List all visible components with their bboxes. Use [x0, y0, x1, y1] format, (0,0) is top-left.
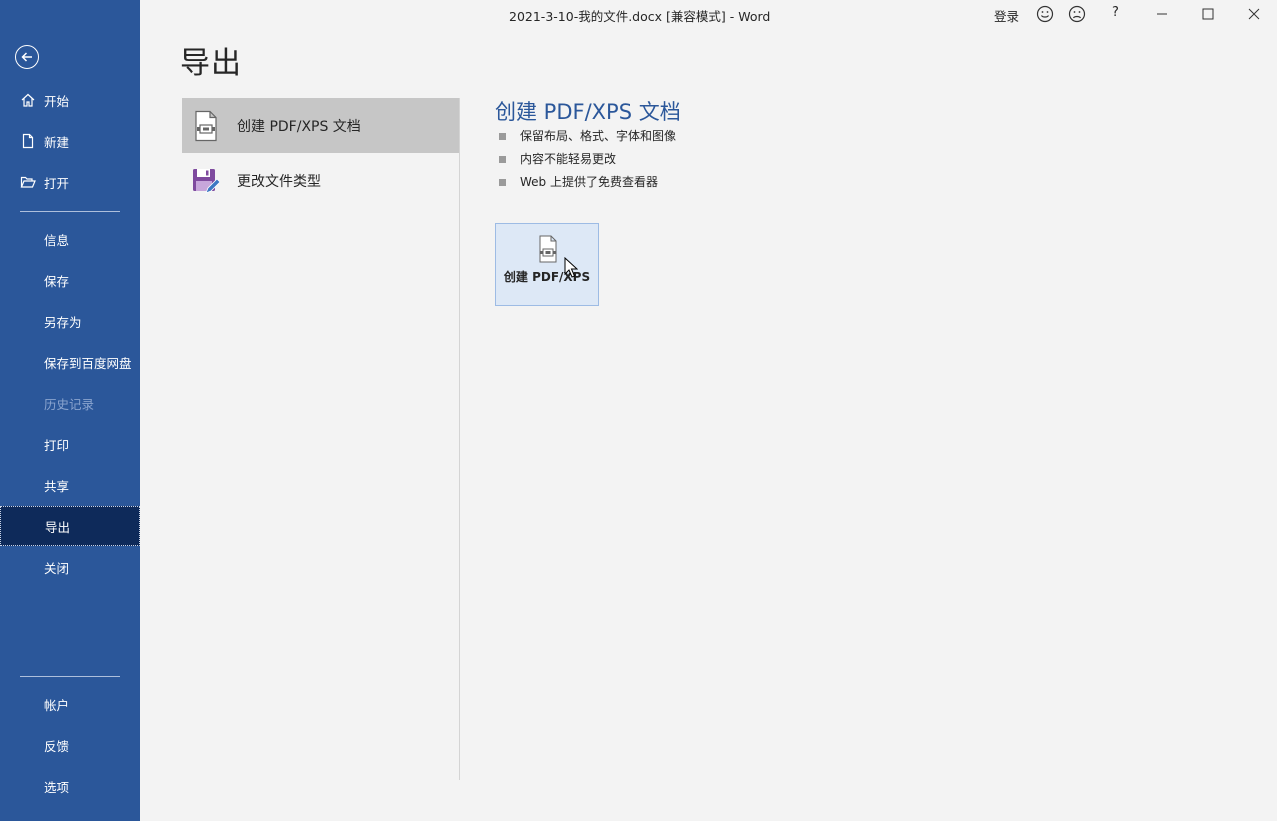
- login-link[interactable]: 登录: [994, 6, 1019, 25]
- nav-export-label: 导出: [45, 519, 71, 535]
- nav-open[interactable]: 打开: [0, 162, 140, 202]
- backstage-sidebar: 开始 新建 打开 信息 保存 另存为 保存到百度网盘 历史记录 打印 共享 导出…: [0, 0, 140, 821]
- nav-options-label: 选项: [44, 779, 70, 795]
- back-arrow-icon: [21, 52, 32, 62]
- nav-account-label: 帐户: [44, 697, 70, 713]
- nav-close[interactable]: 关闭: [0, 547, 140, 587]
- nav-save-label: 保存: [44, 273, 70, 289]
- nav-new[interactable]: 新建: [0, 121, 140, 161]
- nav-feedback[interactable]: 反馈: [0, 725, 140, 765]
- create-pdf-xps-button[interactable]: 创建 PDF/XPS: [495, 223, 599, 306]
- pdf-document-icon: [195, 110, 217, 142]
- save-as-type-icon: [193, 169, 220, 194]
- nav-info[interactable]: 信息: [0, 219, 140, 259]
- sidebar-divider-bottom: [20, 676, 120, 677]
- minimize-icon[interactable]: [1152, 4, 1172, 24]
- nav-save-as[interactable]: 另存为: [0, 301, 140, 341]
- nav-info-label: 信息: [44, 232, 70, 248]
- detail-title: 创建 PDF/XPS 文档: [495, 100, 681, 124]
- create-pdf-xps-button-label: 创建 PDF/XPS: [503, 270, 591, 284]
- option-create-pdf-label: 创建 PDF/XPS 文档: [237, 118, 361, 135]
- nav-print-label: 打印: [44, 437, 70, 453]
- nav-open-label: 打开: [44, 175, 70, 191]
- nav-account[interactable]: 帐户: [0, 684, 140, 724]
- option-create-pdf[interactable]: 创建 PDF/XPS 文档: [182, 98, 459, 153]
- page-title: 导出: [180, 46, 242, 81]
- help-button[interactable]: ?: [1112, 5, 1119, 20]
- nav-print[interactable]: 打印: [0, 424, 140, 464]
- window-title: 2021-3-10-我的文件.docx [兼容模式] - Word: [509, 9, 771, 24]
- detail-bullet-list: 保留布局、格式、字体和图像 内容不能轻易更改 Web 上提供了免费查看器: [498, 128, 676, 197]
- nav-save-baidu[interactable]: 保存到百度网盘: [0, 342, 140, 382]
- nav-home[interactable]: 开始: [0, 80, 140, 120]
- nav-save-baidu-label: 保存到百度网盘: [44, 355, 132, 371]
- smile-feedback-icon[interactable]: [1035, 4, 1055, 24]
- home-icon: [21, 93, 35, 107]
- nav-export[interactable]: 导出: [0, 506, 140, 546]
- nav-options[interactable]: 选项: [0, 766, 140, 806]
- nav-share[interactable]: 共享: [0, 465, 140, 505]
- nav-save-as-label: 另存为: [44, 314, 82, 330]
- nav-history-label: 历史记录: [44, 396, 95, 412]
- bullet-item: 内容不能轻易更改: [498, 151, 676, 174]
- option-change-file-type[interactable]: 更改文件类型: [182, 153, 459, 208]
- nav-home-label: 开始: [44, 93, 70, 109]
- option-change-file-type-label: 更改文件类型: [237, 173, 321, 190]
- sidebar-divider: [20, 211, 120, 212]
- close-icon[interactable]: [1244, 4, 1264, 24]
- frown-feedback-icon[interactable]: [1067, 4, 1087, 24]
- nav-close-label: 关闭: [44, 560, 70, 576]
- open-folder-icon: [20, 176, 36, 188]
- title-bar: 2021-3-10-我的文件.docx [兼容模式] - Word 登录 ?: [140, 0, 1277, 28]
- export-options-list: 创建 PDF/XPS 文档 更改文件类型: [182, 98, 459, 208]
- new-document-icon: [22, 133, 34, 149]
- nav-share-label: 共享: [44, 478, 70, 494]
- nav-save[interactable]: 保存: [0, 260, 140, 300]
- bullet-item: Web 上提供了免费查看器: [498, 174, 676, 197]
- pdf-document-icon: [539, 235, 557, 263]
- panel-separator: [459, 98, 460, 780]
- nav-feedback-label: 反馈: [44, 738, 70, 754]
- bullet-item: 保留布局、格式、字体和图像: [498, 128, 676, 151]
- back-button[interactable]: [15, 45, 39, 69]
- nav-history: 历史记录: [0, 383, 140, 423]
- mouse-pointer-icon: [564, 257, 578, 278]
- maximize-icon[interactable]: [1198, 4, 1218, 24]
- nav-new-label: 新建: [44, 134, 70, 150]
